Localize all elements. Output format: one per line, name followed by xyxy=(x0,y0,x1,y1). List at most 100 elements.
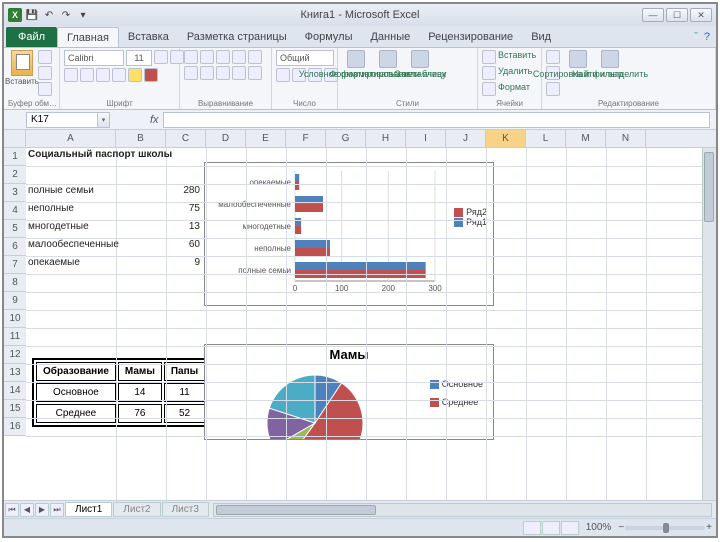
copy-icon[interactable] xyxy=(38,66,52,80)
row-header[interactable]: 11 xyxy=(4,328,26,346)
column-header[interactable]: B xyxy=(116,130,166,147)
merge-icon[interactable] xyxy=(248,66,262,80)
row-header[interactable]: 4 xyxy=(4,202,26,220)
zoom-slider[interactable] xyxy=(625,526,705,530)
column-header[interactable]: H xyxy=(366,130,406,147)
tab-formulas[interactable]: Формулы xyxy=(296,27,362,47)
align-bottom-icon[interactable] xyxy=(216,50,230,64)
worksheet-grid[interactable]: ABCDEFGHIJKLMN 12345678910111213141516 0… xyxy=(4,130,716,500)
select-all-corner[interactable] xyxy=(4,130,26,148)
font-name-select[interactable]: Calibri xyxy=(64,50,124,66)
qat-dropdown-icon[interactable]: ▾ xyxy=(76,8,90,22)
column-header[interactable]: K xyxy=(486,130,526,147)
view-page-break-icon[interactable] xyxy=(561,521,579,535)
column-header[interactable]: N xyxy=(606,130,646,147)
cell-styles-button[interactable]: Стили ячеек xyxy=(406,50,434,90)
minimize-ribbon-icon[interactable]: ˇ xyxy=(694,31,698,43)
pie-chart[interactable]: Мамы Основное Среднее xyxy=(204,344,494,440)
row-header[interactable]: 13 xyxy=(4,364,26,382)
row-header[interactable]: 16 xyxy=(4,418,26,436)
align-top-icon[interactable] xyxy=(184,50,198,64)
maximize-button[interactable]: ☐ xyxy=(666,8,688,22)
tab-view[interactable]: Вид xyxy=(522,27,560,47)
file-tab[interactable]: Файл xyxy=(6,27,57,47)
fx-icon[interactable]: fx xyxy=(150,114,159,126)
sheet-tab[interactable]: Лист1 xyxy=(65,502,112,517)
horizontal-scrollbar[interactable] xyxy=(213,503,712,517)
row-header[interactable]: 10 xyxy=(4,310,26,328)
row-header[interactable]: 2 xyxy=(4,166,26,184)
orientation-icon[interactable] xyxy=(232,50,246,64)
save-icon[interactable]: 💾 xyxy=(25,8,39,22)
row-header[interactable]: 3 xyxy=(4,184,26,202)
cell-value[interactable]: 9 xyxy=(166,256,202,272)
indent-dec-icon[interactable] xyxy=(232,66,246,80)
column-header[interactable]: E xyxy=(246,130,286,147)
bold-icon[interactable] xyxy=(64,68,78,82)
tab-page-layout[interactable]: Разметка страницы xyxy=(178,27,296,47)
font-size-select[interactable]: 11 xyxy=(126,50,152,66)
sheet-tab[interactable]: Лист2 xyxy=(113,502,160,517)
minimize-button[interactable]: — xyxy=(642,8,664,22)
delete-cells-icon[interactable] xyxy=(482,66,496,80)
sheet-tab[interactable]: Лист3 xyxy=(162,502,209,517)
column-header[interactable]: F xyxy=(286,130,326,147)
number-format-select[interactable]: Общий xyxy=(276,50,334,66)
view-page-layout-icon[interactable] xyxy=(542,521,560,535)
help-icon[interactable]: ? xyxy=(704,31,710,43)
cell-value[interactable]: 75 xyxy=(166,202,202,218)
sheet-nav-next[interactable]: ▶ xyxy=(35,503,49,517)
column-header[interactable]: J xyxy=(446,130,486,147)
border-icon[interactable] xyxy=(112,68,126,82)
column-header[interactable]: A xyxy=(26,130,116,147)
tab-insert[interactable]: Вставка xyxy=(119,27,178,47)
close-button[interactable]: ✕ xyxy=(690,8,712,22)
sheet-nav-last[interactable]: ⏭ xyxy=(50,503,64,517)
format-cells-icon[interactable] xyxy=(482,82,496,96)
cut-icon[interactable] xyxy=(38,50,52,64)
column-header[interactable]: D xyxy=(206,130,246,147)
find-select-button[interactable]: Найти и выделить xyxy=(596,50,624,90)
underline-icon[interactable] xyxy=(96,68,110,82)
row-header[interactable]: 15 xyxy=(4,400,26,418)
sheet-nav-first[interactable]: ⏮ xyxy=(5,503,19,517)
align-middle-icon[interactable] xyxy=(200,50,214,64)
row-header[interactable]: 14 xyxy=(4,382,26,400)
format-painter-icon[interactable] xyxy=(38,82,52,96)
cell-value[interactable]: 60 xyxy=(166,238,202,254)
column-header[interactable]: I xyxy=(406,130,446,147)
column-header[interactable]: C xyxy=(166,130,206,147)
zoom-level[interactable]: 100% xyxy=(580,522,618,533)
currency-icon[interactable] xyxy=(276,68,290,82)
column-header[interactable]: L xyxy=(526,130,566,147)
tab-data[interactable]: Данные xyxy=(361,27,419,47)
redo-icon[interactable]: ↷ xyxy=(59,8,73,22)
italic-icon[interactable] xyxy=(80,68,94,82)
align-left-icon[interactable] xyxy=(184,66,198,80)
cell-value[interactable]: 280 xyxy=(166,184,202,200)
clear-icon[interactable] xyxy=(546,82,560,96)
insert-cells-icon[interactable] xyxy=(482,50,496,64)
row-header[interactable]: 9 xyxy=(4,292,26,310)
vertical-scrollbar[interactable] xyxy=(702,148,716,500)
row-header[interactable]: 8 xyxy=(4,274,26,292)
font-color-icon[interactable] xyxy=(144,68,158,82)
fill-color-icon[interactable] xyxy=(128,68,142,82)
sheet-nav-prev[interactable]: ◀ xyxy=(20,503,34,517)
column-header[interactable]: M xyxy=(566,130,606,147)
tab-home[interactable]: Главная xyxy=(57,27,119,47)
zoom-in-icon[interactable]: + xyxy=(706,522,712,533)
paste-button[interactable]: Вставить xyxy=(8,50,36,90)
align-center-icon[interactable] xyxy=(200,66,214,80)
column-header[interactable]: G xyxy=(326,130,366,147)
row-header[interactable]: 6 xyxy=(4,238,26,256)
row-header[interactable]: 1 xyxy=(4,148,26,166)
cell-value[interactable]: Социальный паспорт школы xyxy=(26,148,196,164)
row-header[interactable]: 7 xyxy=(4,256,26,274)
zoom-out-icon[interactable]: − xyxy=(618,522,624,533)
name-box[interactable]: K17 xyxy=(26,112,98,128)
formula-input[interactable] xyxy=(163,112,710,128)
name-box-dropdown[interactable]: ▾ xyxy=(98,112,110,128)
autosum-icon[interactable] xyxy=(546,50,560,64)
view-normal-icon[interactable] xyxy=(523,521,541,535)
